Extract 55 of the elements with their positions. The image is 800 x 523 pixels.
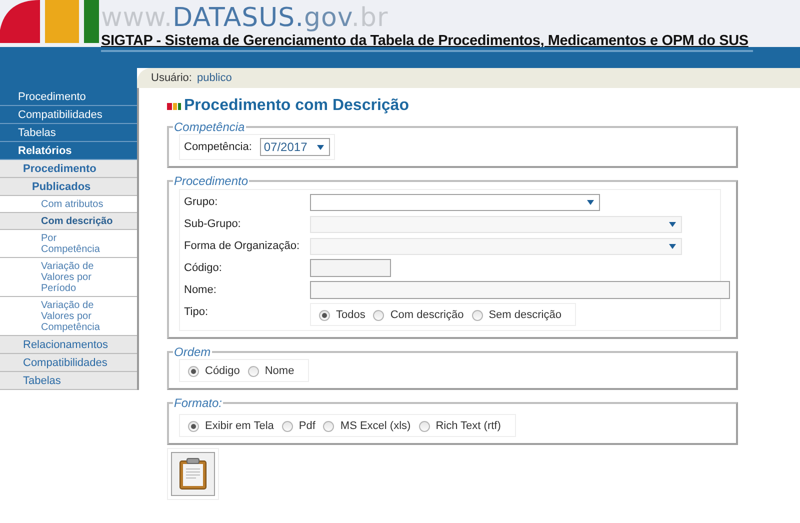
sidebar-item[interactable]: Tabelas — [0, 372, 137, 390]
radio-button[interactable] — [418, 420, 430, 432]
radio-button[interactable] — [248, 366, 259, 376]
section-legend: Competência — [173, 120, 246, 134]
radio-button[interactable] — [282, 420, 293, 432]
radio-button[interactable] — [319, 310, 330, 320]
radio-label: MS Excel (xls) — [340, 420, 411, 432]
title-bullet-icon — [167, 102, 181, 110]
radio-label: Código — [205, 365, 240, 377]
input-field[interactable] — [310, 259, 391, 277]
field-label: Nome: — [184, 284, 216, 296]
sidebar-item[interactable]: Relatórios — [0, 142, 137, 160]
site-address-part: DATASUS. — [172, 3, 304, 33]
clipboard-icon — [179, 458, 207, 490]
dropdown-caret-icon — [587, 200, 594, 204]
sidebar-item[interactable]: Com descrição — [0, 213, 137, 230]
dropdown-field[interactable] — [310, 194, 600, 210]
radio-label: Com descrição — [390, 309, 464, 321]
radio-label: Rich Text (rtf) — [436, 420, 501, 432]
radio-button[interactable] — [323, 420, 334, 432]
field-label: Tipo: — [184, 306, 208, 318]
page-title: Procedimento com Descrição — [184, 97, 409, 115]
sidebar-item[interactable]: Publicados — [0, 178, 137, 196]
sidebar-item[interactable]: Tabelas — [0, 124, 137, 142]
field-label: Código: — [184, 262, 222, 274]
user-label: Usuário: — [151, 72, 192, 84]
dropdown-caret-icon — [669, 222, 676, 226]
sidebar-item[interactable]: Compatibilidades — [0, 106, 137, 124]
field-label: Competência: — [184, 141, 252, 153]
field-label: Sub-Grupo: — [184, 218, 241, 230]
radio-label: Pdf — [298, 420, 316, 432]
user-name: publico — [196, 72, 232, 84]
section-legend: Procedimento — [173, 174, 250, 188]
dropdown-caret-icon — [669, 244, 676, 248]
field-label: Grupo: — [184, 196, 218, 208]
radio-button[interactable] — [188, 366, 199, 376]
site-address-part: gov — [304, 3, 352, 33]
radio-label: Exibir em Tela — [205, 420, 274, 432]
section-legend: Ordem — [173, 345, 212, 359]
sidebar-item[interactable]: Procedimento — [0, 88, 137, 106]
field-label: Forma de Organização: — [184, 240, 300, 252]
radio-label: Todos — [336, 309, 366, 321]
dropdown-caret-icon — [316, 144, 324, 150]
sidebar-item[interactable]: Relacionamentos — [0, 336, 137, 354]
sidebar-item[interactable]: Compatibilidades — [0, 354, 137, 372]
section-legend: Formato: — [173, 396, 224, 410]
input-field[interactable] — [310, 281, 730, 299]
radio-label: Sem descrição — [488, 309, 562, 321]
radio-label: Nome — [264, 365, 294, 377]
radio-button[interactable] — [472, 310, 483, 320]
report-button[interactable] — [171, 452, 215, 496]
radio-button[interactable] — [188, 420, 199, 432]
sidebar-item[interactable]: Procedimento — [0, 160, 137, 178]
radio-button[interactable] — [373, 310, 384, 320]
period-select[interactable]: 07/2017 — [260, 138, 330, 156]
